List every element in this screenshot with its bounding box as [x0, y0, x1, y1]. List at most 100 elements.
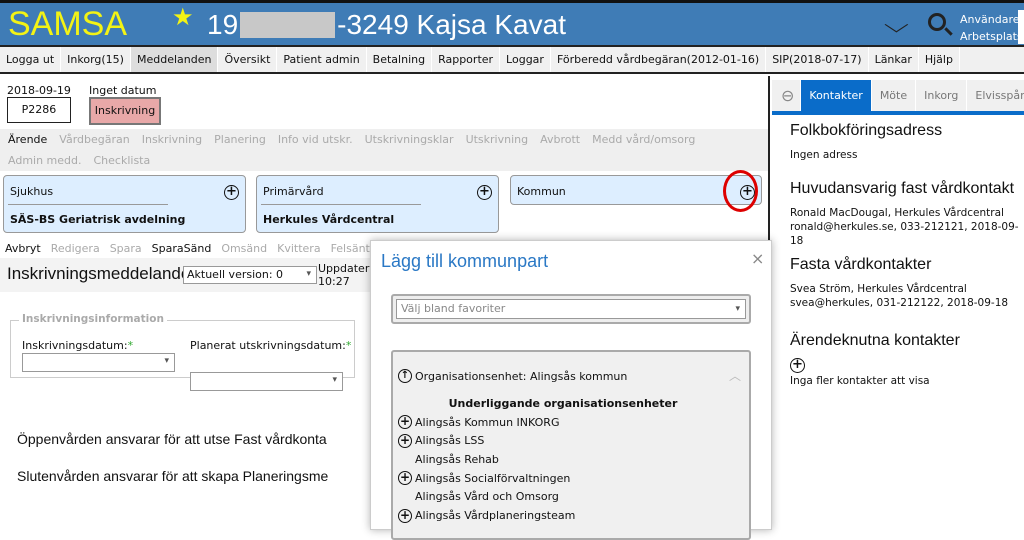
right-tab[interactable]: Inkorg — [916, 80, 968, 111]
case-tab[interactable]: Admin medd. — [2, 150, 88, 171]
org-unit-name: Alingsås Vårdplaneringsteam — [415, 509, 576, 522]
add-circle-icon[interactable]: + — [790, 358, 805, 373]
menu-item[interactable]: Länkar — [869, 47, 919, 72]
card-title: Primärvård — [263, 185, 324, 198]
section-line: ronald@herkules.se, 033-212121, 2018-09-… — [790, 221, 1019, 247]
case-tab[interactable]: Inskrivning — [136, 129, 208, 150]
section-line: Inga fler kontakter att visa — [790, 375, 930, 387]
add-circle-icon[interactable]: + — [398, 508, 412, 523]
message-toolbar: Avbryt Redigera Spara SparaSänd Omsänd Kvitte… — [0, 240, 375, 258]
menu-item[interactable]: Loggar — [500, 47, 551, 72]
org-unit-name: Alingsås LSS — [415, 434, 485, 448]
case-id[interactable]: P2286 — [7, 97, 71, 123]
toolbar-button[interactable]: SparaSänd — [147, 240, 217, 258]
menu-item[interactable]: Rapporter — [432, 47, 501, 72]
back-arrow-icon[interactable]: ⊖ — [772, 80, 802, 111]
org-unit-name: Alingsås Socialförvaltningen — [415, 471, 571, 485]
org-unit-name: Alingsås Kommun INKORG — [415, 415, 560, 429]
version-select[interactable]: Aktuell version: 0 — [183, 266, 317, 284]
case-tab[interactable]: Medd vård/omsorg — [586, 129, 701, 150]
org-unit-list: ↑ Organisationsenhet: Alingsås kommun ︿ U… — [391, 350, 751, 540]
party-card: Primärvård + Herkules Vårdcentral — [256, 175, 499, 233]
right-tab[interactable]: Kontakter — [801, 80, 872, 111]
toolbar-button[interactable]: Avbryt — [0, 240, 46, 258]
case-tab[interactable]: Ärende — [2, 129, 53, 150]
menu-item[interactable]: Betalning — [367, 47, 433, 72]
redacted-block — [240, 12, 336, 38]
section-line: svea@herkules, 031-212122, 2018-09-18 — [790, 297, 1009, 309]
org-unit-item[interactable]: + Alingsås Vårdplaneringsteam — [398, 508, 576, 523]
party-card: Sjukhus + SÄS-BS Geriatrisk avdelning — [3, 175, 246, 233]
org-unit-item[interactable]: + Alingsås LSS — [398, 433, 485, 448]
case-tab[interactable]: Checklista — [88, 150, 157, 171]
add-municipality-dialog: Lägg till kommunpart × Välj bland favori… — [370, 240, 772, 540]
menu-item[interactable]: Meddelanden — [130, 47, 219, 72]
section-heading: Folkbokföringsadress — [790, 122, 943, 139]
patient-id-name: -3249 Kajsa Kavat — [337, 9, 566, 40]
case-tab[interactable]: Utskrivningsklar — [359, 129, 460, 150]
case-tab[interactable]: Utskrivning — [460, 129, 535, 150]
discharge-date-input[interactable] — [190, 372, 343, 391]
menu-item[interactable]: Inkorg(15) — [61, 47, 131, 72]
toolbar-button[interactable]: Felsänt — [326, 240, 375, 258]
info-text: Slutenvården ansvarar för att skapa Plan… — [17, 468, 329, 484]
close-icon[interactable]: × — [751, 249, 764, 268]
case-tabs: Ärende Vårdbegäran Inskrivning Planering Inf… — [0, 129, 768, 171]
menu-item[interactable]: Hjälp — [919, 47, 960, 72]
divider — [8, 204, 168, 205]
menu-item[interactable]: Förberedd vårdbegäran(2012-01-16) — [551, 47, 767, 72]
app-header: SAMSA ★ 19 -3249 Kajsa Kavat ⌵ Användare:… — [0, 0, 1024, 47]
updated-info: Uppdatera 10:27 — [318, 262, 376, 288]
case-tab[interactable]: Planering — [208, 129, 272, 150]
fieldset-legend: Inskrivningsinformation — [19, 313, 167, 325]
chevron-down-icon[interactable]: ⌵ — [884, 13, 909, 38]
toolbar-button[interactable]: Omsänd — [216, 240, 272, 258]
case-tab[interactable]: Info vid utskr. — [272, 129, 359, 150]
arrow-up-circle-icon[interactable]: ↑ — [398, 369, 412, 383]
favorite-star-icon[interactable]: ★ — [172, 3, 194, 31]
workplace-label: Arbetsplats: — [960, 30, 1024, 43]
add-circle-icon[interactable]: + — [398, 415, 412, 429]
user-info: Användare: Arbetsplats: — [960, 11, 1024, 45]
parent-org-unit[interactable]: ↑ Organisationsenhet: Alingsås kommun — [398, 369, 627, 383]
highlight-circle — [723, 170, 758, 212]
toolbar-button[interactable]: Kvittera — [272, 240, 325, 258]
org-unit-name: Alingsås Rehab — [415, 452, 499, 466]
org-unit-item[interactable]: +Alingsås Rehab — [398, 452, 499, 466]
toolbar-button[interactable]: Spara — [105, 240, 147, 258]
org-unit-item[interactable]: + Alingsås Kommun INKORG — [398, 415, 559, 429]
divider — [261, 204, 421, 205]
section-heading: Ärendeknutna kontakter — [790, 332, 960, 349]
discharge-date-label: Planerat utskrivningsdatum:* — [190, 339, 352, 352]
updated-label: Uppdatera — [318, 262, 377, 275]
admission-fieldset: Inskrivningsinformation Inskrivningsdatu… — [10, 313, 355, 391]
main-menu: Logga ut Inkorg(15) Meddelanden Översikt Pat… — [0, 47, 1024, 74]
menu-item[interactable]: SIP(2018-07-17) — [766, 47, 869, 72]
add-circle-icon[interactable]: + — [398, 433, 412, 448]
toolbar-button[interactable]: Redigera — [46, 240, 105, 258]
favorites-select[interactable]: Välj bland favoriter — [396, 299, 746, 319]
menu-item[interactable]: Logga ut — [0, 47, 62, 72]
patient-title: 19 -3249 Kajsa Kavat — [207, 9, 566, 41]
section-heading: Fasta vårdkontakter — [790, 256, 932, 273]
org-unit-item[interactable]: + Alingsås Socialförvaltningen — [398, 471, 571, 486]
admission-date-input[interactable] — [22, 353, 175, 372]
case-tab[interactable]: Vårdbegäran — [53, 129, 135, 150]
updated-time: 10:27 — [318, 275, 350, 288]
menu-item[interactable]: Patient admin — [277, 47, 367, 72]
scroll-up-icon[interactable]: ︿ — [729, 367, 741, 384]
right-tab[interactable]: Elvisspår — [967, 80, 1024, 111]
add-circle-icon[interactable]: + — [224, 185, 239, 200]
section-line: Svea Ström, Herkules Vårdcentral — [790, 283, 967, 295]
status-badge[interactable]: Inskrivning — [89, 97, 161, 125]
menu-item[interactable]: Översikt — [218, 47, 278, 72]
card-title: Sjukhus — [10, 185, 54, 198]
add-circle-icon[interactable]: + — [398, 471, 412, 486]
status-date: Inget datum — [89, 84, 157, 97]
right-tab[interactable]: Möte — [872, 80, 917, 111]
sub-units-heading: Underliggande organisationsenheter — [448, 397, 678, 410]
add-circle-icon[interactable]: + — [477, 185, 492, 200]
org-unit-item[interactable]: +Alingsås Vård och Omsorg — [398, 490, 559, 504]
search-icon[interactable] — [928, 13, 946, 31]
case-tab[interactable]: Avbrott — [534, 129, 586, 150]
